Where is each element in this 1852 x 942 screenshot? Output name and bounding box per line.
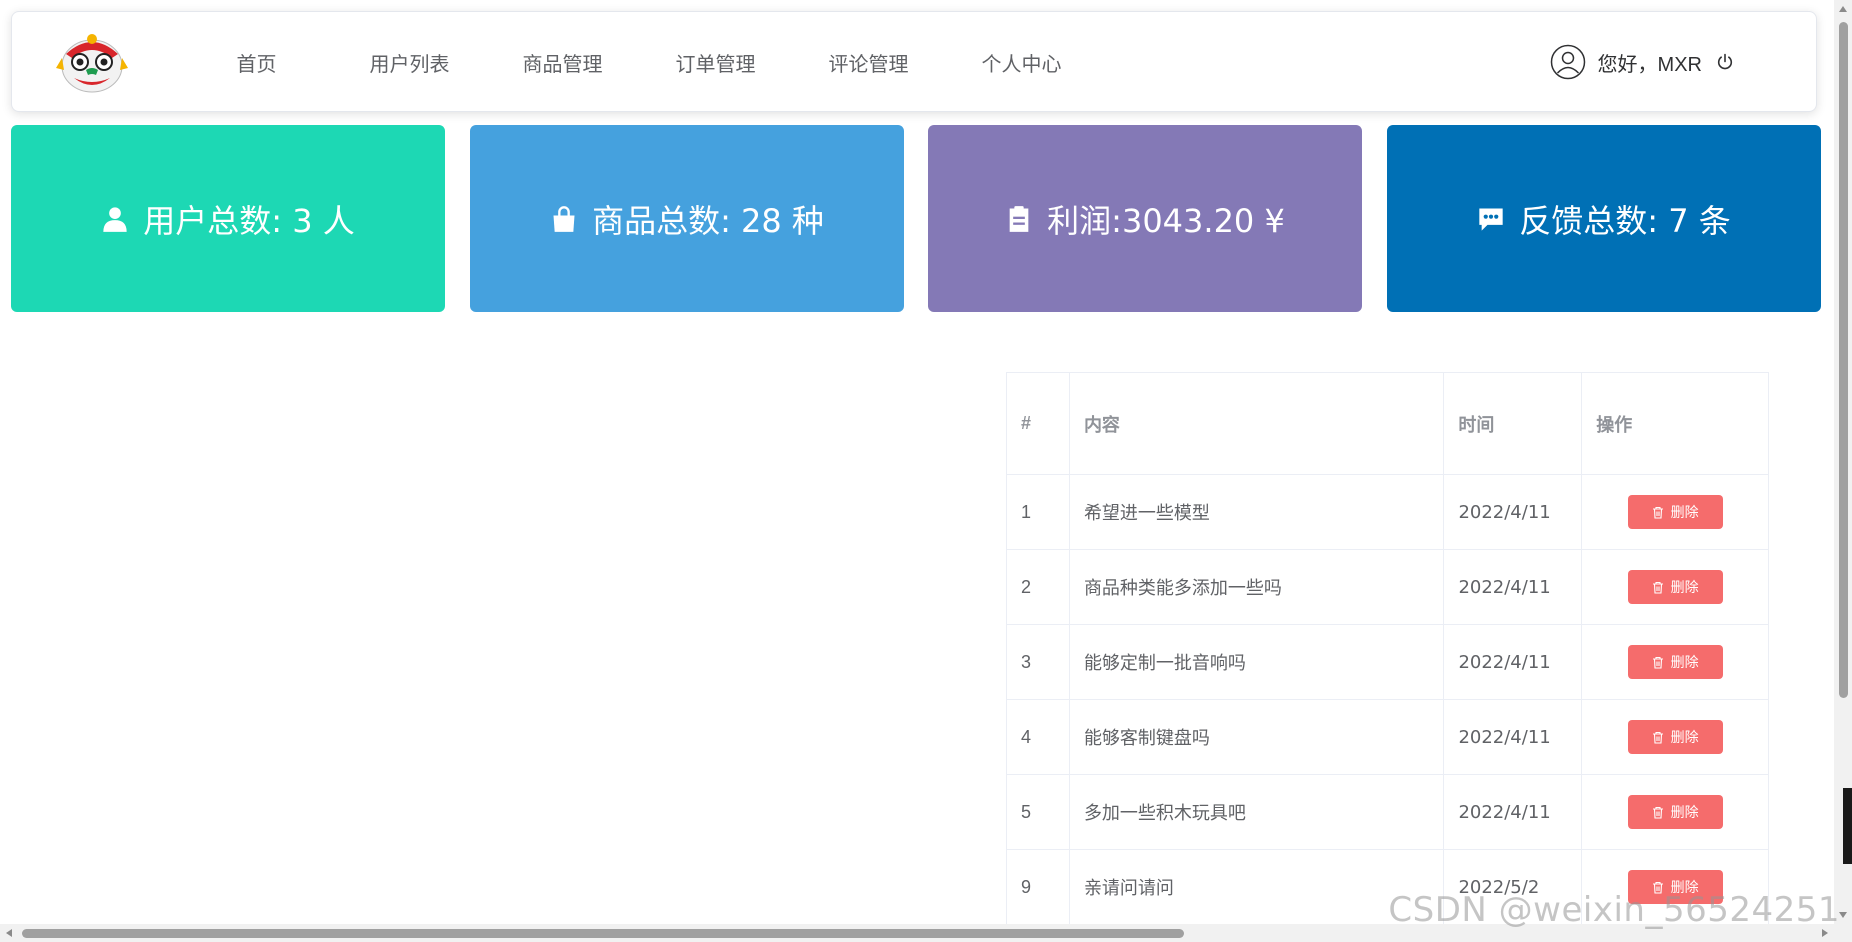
row-date: 2022/4/11 xyxy=(1444,625,1583,699)
row-content: 能够定制一批音响吗 xyxy=(1070,625,1445,699)
delete-button[interactable]: 删除 xyxy=(1627,720,1723,754)
header-content: 内容 xyxy=(1070,373,1445,474)
trash-icon xyxy=(1652,656,1663,669)
header-actions: 操作 xyxy=(1582,373,1769,474)
stat-cards: 用户总数: 3 人 商品总数: 28 种 利润:3043.20 ¥ 反馈总数: … xyxy=(11,125,1821,312)
row-actions: 删除 xyxy=(1582,625,1769,699)
nav-home[interactable]: 首页 xyxy=(180,48,333,77)
delete-button[interactable]: 删除 xyxy=(1627,795,1723,829)
row-index: 5 xyxy=(1007,775,1070,849)
delete-button[interactable]: 删除 xyxy=(1627,645,1723,679)
feedback-count-card: 反馈总数: 7 条 xyxy=(1387,125,1821,312)
vertical-scroll-thumb[interactable] xyxy=(1839,22,1848,698)
table-row: 3 能够定制一批音响吗 2022/4/11 删除 xyxy=(1007,625,1769,700)
edge-marker xyxy=(1843,788,1852,864)
feedback-table: # 内容 时间 操作 1 希望进一些模型 2022/4/11 删除 2 商品种类… xyxy=(1006,372,1769,925)
chat-icon xyxy=(1479,208,1503,231)
row-index: 4 xyxy=(1007,700,1070,774)
delete-button[interactable]: 删除 xyxy=(1627,570,1723,604)
table-header-row: # 内容 时间 操作 xyxy=(1007,373,1769,475)
user-avatar-icon[interactable] xyxy=(1550,44,1586,80)
row-actions: 删除 xyxy=(1582,700,1769,774)
scroll-up-arrow-icon[interactable] xyxy=(1839,6,1847,12)
row-content: 多加一些积木玩具吧 xyxy=(1070,775,1445,849)
scroll-down-arrow-icon[interactable] xyxy=(1839,912,1847,918)
user-icon xyxy=(103,206,127,232)
row-index: 1 xyxy=(1007,475,1070,549)
product-count-card: 商品总数: 28 种 xyxy=(470,125,904,312)
delete-label: 删除 xyxy=(1670,579,1699,595)
delete-label: 删除 xyxy=(1670,804,1699,820)
delete-button[interactable]: 删除 xyxy=(1627,495,1723,529)
shopping-bag-icon xyxy=(553,205,575,232)
table-row: 5 多加一些积木玩具吧 2022/4/11 删除 xyxy=(1007,775,1769,850)
row-actions: 删除 xyxy=(1582,550,1769,624)
profit-text: 利润:3043.20 ¥ xyxy=(1047,201,1285,240)
product-count-text: 商品总数: 28 种 xyxy=(592,201,824,240)
nav-user-list[interactable]: 用户列表 xyxy=(333,48,486,77)
table-row: 4 能够客制键盘吗 2022/4/11 删除 xyxy=(1007,700,1769,775)
row-content: 希望进一些模型 xyxy=(1070,475,1445,549)
row-content: 商品种类能多添加一些吗 xyxy=(1070,550,1445,624)
vertical-scrollbar[interactable] xyxy=(1834,0,1852,924)
table-row: 1 希望进一些模型 2022/4/11 删除 xyxy=(1007,475,1769,550)
top-navbar: 首页 用户列表 商品管理 订单管理 评论管理 个人中心 您好，MXR xyxy=(11,11,1817,112)
csdn-watermark: CSDN @weixin_56524251 xyxy=(1388,890,1840,930)
delete-label: 删除 xyxy=(1670,729,1699,745)
nav-product-management[interactable]: 商品管理 xyxy=(486,48,639,77)
table-row: 2 商品种类能多添加一些吗 2022/4/11 删除 xyxy=(1007,550,1769,625)
user-count-text: 用户总数: 3 人 xyxy=(143,201,355,240)
scroll-right-arrow-icon[interactable] xyxy=(1822,929,1828,937)
trash-icon xyxy=(1652,806,1663,819)
row-index: 9 xyxy=(1007,850,1070,924)
user-count-card: 用户总数: 3 人 xyxy=(11,125,445,312)
delete-label: 删除 xyxy=(1670,504,1699,520)
row-date: 2022/4/11 xyxy=(1444,775,1583,849)
delete-label: 删除 xyxy=(1670,654,1699,670)
trash-icon xyxy=(1652,581,1663,594)
clipboard-icon xyxy=(1009,205,1029,232)
feedback-count-text: 反馈总数: 7 条 xyxy=(1519,201,1731,240)
header-index: # xyxy=(1007,373,1070,474)
scroll-left-arrow-icon[interactable] xyxy=(6,929,12,937)
trash-icon xyxy=(1652,506,1663,519)
nav-personal-center[interactable]: 个人中心 xyxy=(945,48,1098,77)
lion-dance-logo[interactable] xyxy=(50,28,134,98)
nav-order-management[interactable]: 订单管理 xyxy=(639,48,792,77)
row-date: 2022/4/11 xyxy=(1444,550,1583,624)
row-actions: 删除 xyxy=(1582,475,1769,549)
row-date: 2022/4/11 xyxy=(1444,475,1583,549)
trash-icon xyxy=(1652,731,1663,744)
row-content: 能够客制键盘吗 xyxy=(1070,700,1445,774)
row-index: 3 xyxy=(1007,625,1070,699)
header-time: 时间 xyxy=(1444,373,1583,474)
row-date: 2022/4/11 xyxy=(1444,700,1583,774)
logout-power-icon[interactable] xyxy=(1716,53,1734,71)
user-greeting: 您好，MXR xyxy=(1597,53,1702,76)
row-index: 2 xyxy=(1007,550,1070,624)
main-nav: 首页 用户列表 商品管理 订单管理 评论管理 个人中心 xyxy=(180,12,1098,112)
row-actions: 删除 xyxy=(1582,775,1769,849)
user-area: 您好，MXR xyxy=(1550,12,1734,112)
horizontal-scroll-thumb[interactable] xyxy=(22,929,1184,938)
profit-card: 利润:3043.20 ¥ xyxy=(928,125,1362,312)
nav-comment-management[interactable]: 评论管理 xyxy=(792,48,945,77)
